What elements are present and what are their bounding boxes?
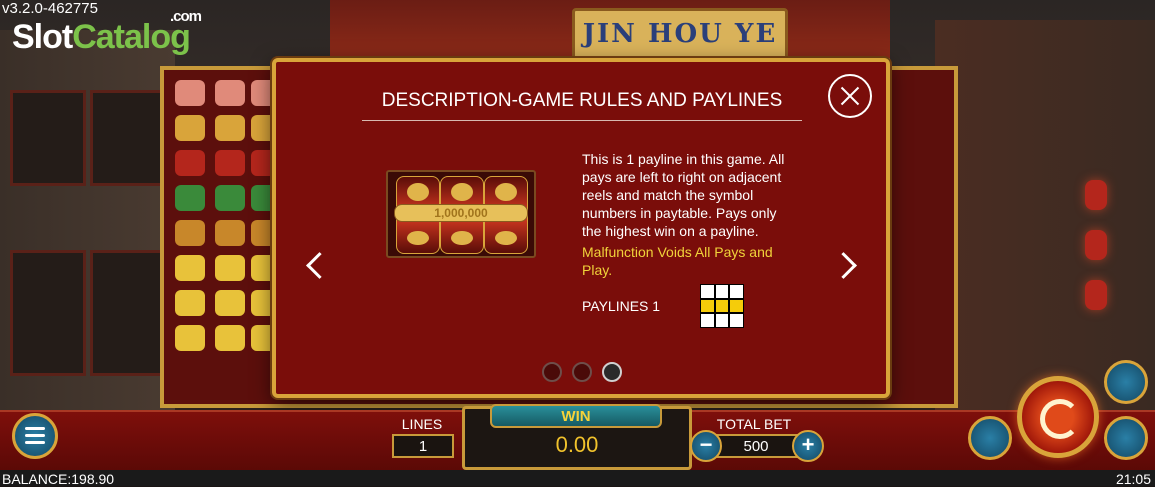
window	[10, 250, 86, 376]
banana-symbol	[215, 290, 245, 316]
balance-text: BALANCE:198.90	[2, 471, 115, 487]
spin-icon	[1040, 399, 1080, 439]
game-title-board: JIN HOU YE	[572, 8, 788, 60]
paylines-label: PAYLINES 1	[582, 298, 661, 314]
payline-cell	[701, 285, 714, 298]
money-bag-symbol	[215, 150, 245, 176]
peach-symbol	[215, 80, 245, 106]
page-dot[interactable]	[542, 362, 562, 382]
payline-cell-active	[715, 299, 729, 313]
coins-stack-button[interactable]	[1104, 416, 1148, 460]
banana-symbol	[175, 325, 205, 351]
thumbnail-amount: 1,000,000	[434, 206, 488, 220]
page-dot[interactable]	[572, 362, 592, 382]
window	[90, 250, 166, 376]
payline-thumbnail: 1,000,000	[386, 170, 536, 258]
gold-ingot-symbol	[215, 115, 245, 141]
money-bag-symbol	[175, 150, 205, 176]
window	[90, 90, 166, 186]
jade-symbol	[215, 185, 245, 211]
win-label: WIN	[490, 404, 662, 428]
right-building	[935, 20, 1155, 410]
hamburger-icon	[25, 427, 45, 430]
jade-symbol	[175, 185, 205, 211]
autoplay-button[interactable]	[968, 416, 1012, 460]
lines-label: LINES	[401, 416, 443, 432]
turbo-lightning-button[interactable]	[1104, 360, 1148, 404]
window	[10, 90, 86, 186]
menu-button[interactable]	[12, 413, 58, 459]
decrease-bet-button[interactable]: −	[690, 430, 722, 462]
payline-cell	[715, 285, 729, 298]
left-building	[0, 30, 175, 410]
banana-symbol	[175, 290, 205, 316]
win-value: 0.00	[555, 432, 599, 457]
close-button[interactable]	[828, 74, 872, 118]
payline-cell-active	[701, 299, 714, 313]
reel-column	[212, 80, 248, 360]
coin-symbol	[215, 220, 245, 246]
increase-bet-button[interactable]: +	[792, 430, 824, 462]
total-bet-label: TOTAL BET	[716, 416, 792, 432]
payline-bar: 1,000,000	[394, 204, 528, 222]
peach-symbol	[175, 80, 205, 106]
banana-symbol	[175, 255, 205, 281]
logo-slot: Slot	[12, 18, 73, 56]
rules-description: This is 1 payline in this game. All pays…	[582, 151, 785, 239]
dialog-title: DESCRIPTION-GAME RULES AND PAYLINES	[381, 90, 783, 111]
lantern	[1085, 230, 1107, 260]
gold-ingot-symbol	[175, 115, 205, 141]
slotcatalog-logo: SlotCatalog .com	[12, 8, 202, 57]
status-bar	[0, 470, 1155, 486]
coin-symbol	[175, 220, 205, 246]
payline-cell-active	[730, 299, 743, 313]
rules-dialog: DESCRIPTION-GAME RULES AND PAYLINES 1,00…	[272, 58, 890, 398]
title-divider	[362, 120, 802, 121]
page-dot[interactable]	[602, 362, 622, 382]
payline-pattern-grid	[700, 284, 744, 328]
malfunction-warning: Malfunction Voids All Pays and Play.	[582, 244, 773, 278]
total-bet-value: 500	[712, 434, 800, 458]
game-title: JIN HOU YE	[582, 19, 778, 49]
version-text: v3.2.0-462775	[2, 0, 98, 17]
payline-cell	[701, 314, 714, 327]
reel-column	[172, 80, 208, 360]
logo-com: .com	[170, 8, 202, 25]
prev-page-arrow-icon[interactable]	[306, 252, 333, 279]
page-indicator	[542, 362, 622, 382]
payline-cell	[715, 314, 729, 327]
next-page-arrow-icon[interactable]	[830, 252, 857, 279]
banana-symbol	[215, 255, 245, 281]
payline-cell	[730, 285, 743, 298]
lines-value: 1	[392, 434, 454, 458]
lantern	[1085, 180, 1107, 210]
lantern	[1085, 280, 1107, 310]
clock-text: 21:05	[1115, 471, 1151, 487]
payline-cell	[730, 314, 743, 327]
spin-button[interactable]	[1017, 376, 1099, 458]
banana-symbol	[215, 325, 245, 351]
